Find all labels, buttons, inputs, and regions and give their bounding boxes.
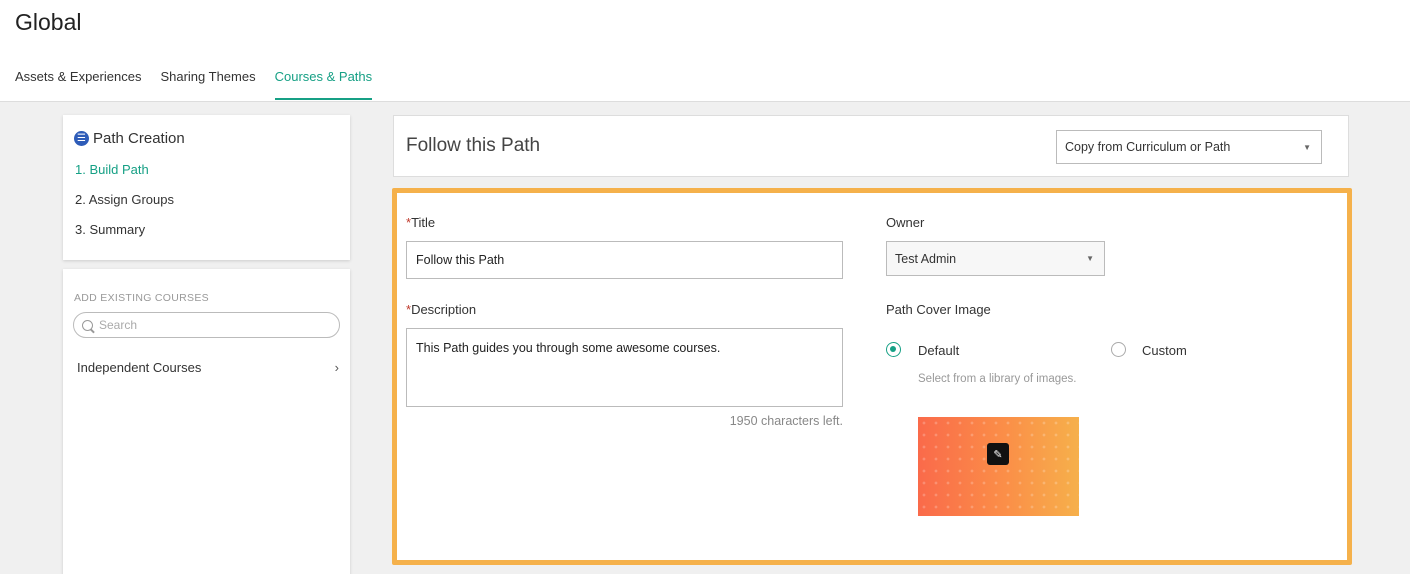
copy-from-select-value: Copy from Curriculum or Path	[1065, 140, 1231, 154]
path-header-title: Follow this Path	[406, 135, 541, 156]
characters-left: 1950 characters left.	[729, 414, 843, 428]
step-assign-groups[interactable]: 2. Assign Groups	[75, 192, 174, 207]
top-bar: Global Assets & Experiences Sharing Them…	[0, 0, 1410, 102]
page-title: Global	[15, 9, 82, 35]
owner-label: Owner	[886, 215, 925, 230]
steps-header: ☰ Path Creation	[74, 130, 185, 147]
owner-select-value: Test Admin	[895, 251, 957, 266]
path-creation-steps: ☰ Path Creation 1. Build Path 2. Assign …	[63, 115, 350, 260]
cover-default-radio[interactable]	[886, 342, 901, 357]
search-icon	[82, 319, 93, 331]
description-textarea[interactable]: This Path guides you through some awesom…	[406, 328, 843, 407]
cover-default-label[interactable]: Default	[918, 343, 959, 358]
course-search	[73, 312, 340, 338]
step-build-path[interactable]: 1. Build Path	[75, 162, 149, 177]
cover-image-preview: ✎	[918, 417, 1079, 516]
description-label: *Description	[406, 302, 477, 317]
independent-courses-label: Independent Courses	[77, 360, 202, 375]
chevron-right-icon: ›	[334, 360, 339, 375]
path-cover-image-label: Path Cover Image	[886, 302, 991, 317]
title-input[interactable]: Follow this Path	[406, 241, 843, 279]
tab-bar: Assets & Experiences Sharing Themes Cour…	[15, 69, 391, 100]
caret-down-icon: ▼	[1303, 142, 1311, 152]
path-details-form: *Title Follow this Path *Description Thi…	[392, 188, 1352, 565]
tab-courses-paths[interactable]: Courses & Paths	[274, 69, 373, 100]
add-existing-courses-panel: ADD EXISTING COURSES Independent Courses…	[63, 269, 350, 574]
cover-custom-label[interactable]: Custom	[1142, 343, 1187, 358]
title-label: *Title	[406, 215, 436, 230]
cover-pattern	[918, 417, 1079, 516]
search-input[interactable]	[99, 318, 319, 332]
tab-sharing-themes[interactable]: Sharing Themes	[160, 69, 255, 100]
caret-down-icon: ▼	[1086, 254, 1094, 263]
cover-custom-radio[interactable]	[1111, 342, 1126, 357]
path-header: Follow this Path Copy from Curriculum or…	[393, 115, 1349, 177]
tab-assets-experiences[interactable]: Assets & Experiences	[15, 69, 141, 100]
steps-title: Path Creation	[93, 130, 185, 147]
cover-hint: Select from a library of images.	[918, 373, 1077, 385]
step-summary[interactable]: 3. Summary	[75, 222, 145, 237]
pencil-icon[interactable]: ✎	[987, 443, 1009, 465]
copy-from-select[interactable]: Copy from Curriculum or Path ▼	[1056, 130, 1322, 164]
independent-courses-item[interactable]: Independent Courses ›	[77, 360, 339, 375]
add-existing-courses-label: ADD EXISTING COURSES	[74, 292, 209, 304]
owner-select[interactable]: Test Admin ▼	[886, 241, 1105, 276]
path-icon: ☰	[74, 131, 89, 146]
